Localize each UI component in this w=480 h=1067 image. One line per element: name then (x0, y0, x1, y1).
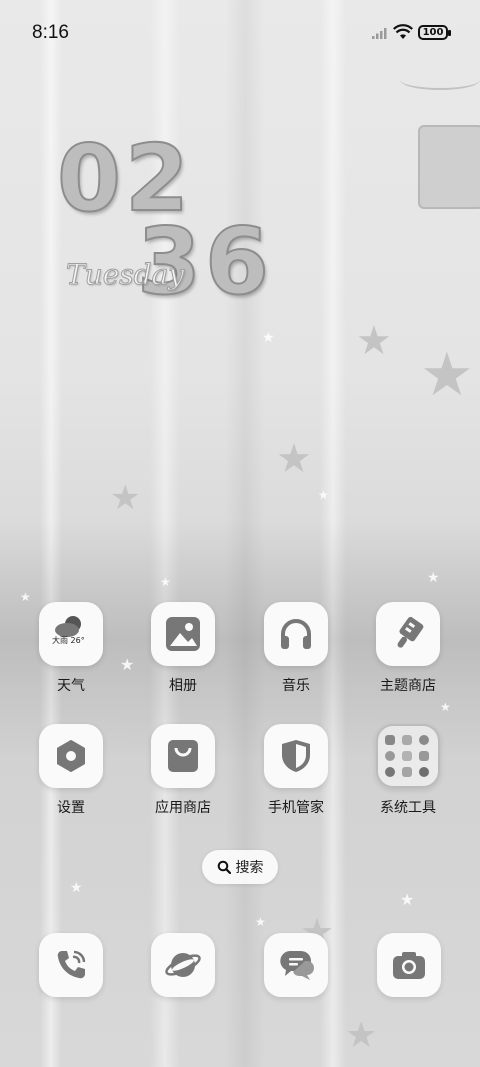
signal-icon (372, 28, 387, 39)
settings-hexagon-icon (39, 724, 103, 788)
search-label: 搜索 (235, 860, 264, 876)
folder-icon (376, 724, 440, 788)
weather-icon: 大雨 26° (39, 602, 103, 666)
app-music[interactable]: 音乐 (246, 602, 346, 695)
status-time: 8:16 (32, 22, 69, 43)
status-bar: 8:16 100 (0, 0, 480, 68)
app-label-app-store: 应用商店 (155, 800, 211, 816)
app-settings[interactable]: 设置 (21, 724, 121, 817)
browser-planet-icon (165, 953, 201, 977)
dock-phone[interactable] (39, 933, 103, 997)
dock-browser[interactable] (151, 933, 215, 997)
gallery-icon (151, 602, 215, 666)
battery-indicator: 100 (418, 25, 451, 40)
battery-level: 100 (422, 27, 444, 38)
app-label-settings: 设置 (57, 800, 85, 816)
app-gallery[interactable]: 相册 (133, 602, 233, 695)
clock-day: Tuesday (65, 258, 185, 292)
app-label-phone-manager: 手机管家 (268, 800, 324, 816)
headphones-icon (264, 602, 328, 666)
app-label-theme-store: 主题商店 (380, 678, 436, 694)
phone-icon (57, 950, 86, 979)
app-label-gallery: 相册 (169, 678, 197, 694)
weather-badge: 大雨 26° (52, 636, 85, 645)
messages-icon (280, 950, 314, 980)
dock-messages[interactable] (264, 933, 328, 997)
camera-icon (393, 952, 425, 979)
app-weather[interactable]: 大雨 26° 天气 (21, 602, 121, 695)
app-label-system-tools: 系统工具 (380, 800, 436, 816)
app-folder-system-tools[interactable]: 系统工具 (358, 724, 458, 817)
shopping-bag-icon (151, 724, 215, 788)
app-label-music: 音乐 (282, 678, 310, 694)
search-icon (217, 860, 231, 874)
theme-brush-icon (376, 602, 440, 666)
shield-icon (264, 724, 328, 788)
search-button[interactable]: 搜索 (202, 850, 278, 884)
app-label-weather: 天气 (57, 678, 85, 694)
app-phone-manager[interactable]: 手机管家 (246, 724, 346, 817)
app-app-store[interactable]: 应用商店 (133, 724, 233, 817)
app-theme-store[interactable]: 主题商店 (358, 602, 458, 695)
dock-camera[interactable] (377, 933, 441, 997)
wifi-icon (393, 24, 413, 39)
